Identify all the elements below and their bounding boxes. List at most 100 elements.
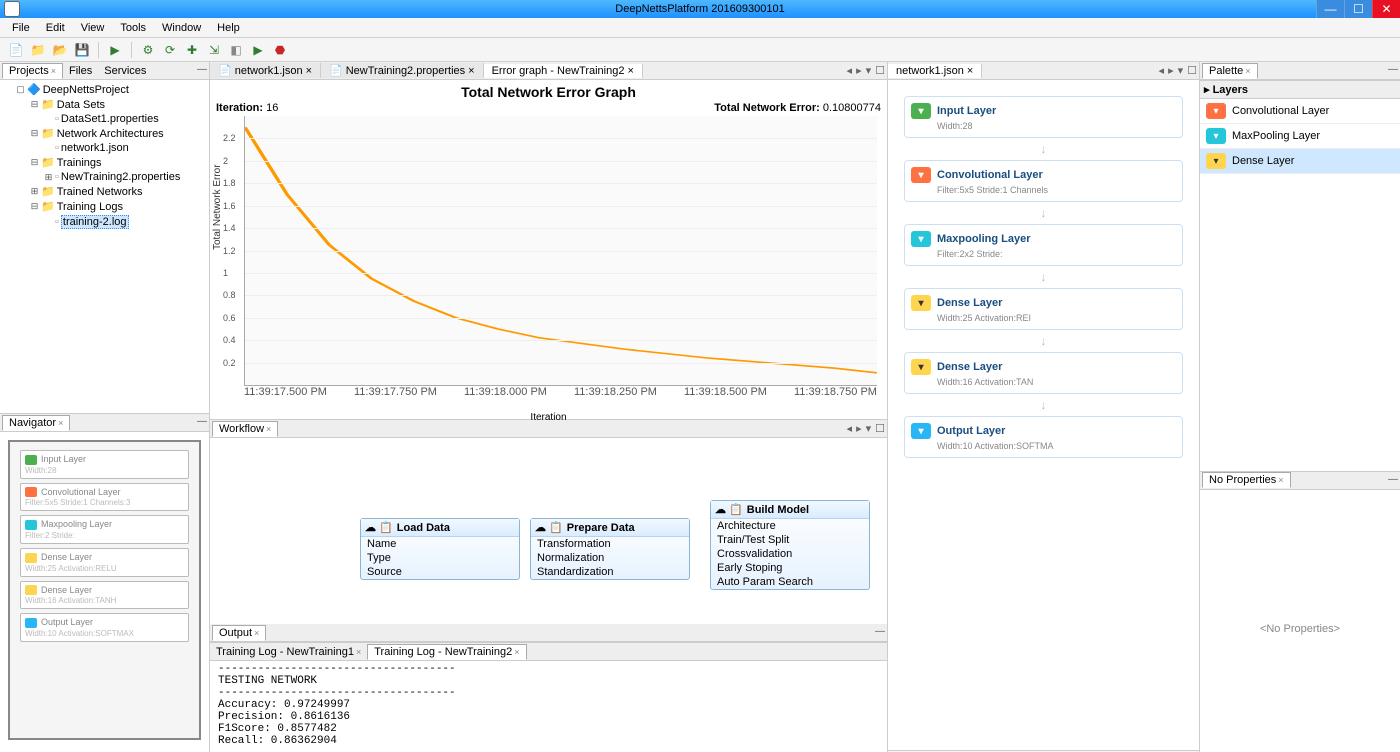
layer-card[interactable]: ▾Dense LayerWidth:25 Activation:REI <box>904 288 1183 330</box>
tab-services[interactable]: Services <box>98 64 152 78</box>
tab-next-icon[interactable]: ▸ <box>1168 64 1174 77</box>
close-button[interactable]: ✕ <box>1372 0 1400 18</box>
net-tab-network1[interactable]: network1.json × <box>888 64 982 78</box>
close-icon[interactable]: × <box>627 65 633 77</box>
close-icon[interactable]: × <box>468 65 474 77</box>
out-tab-1[interactable]: Training Log - NewTraining1 × <box>210 645 367 659</box>
stop-icon[interactable]: ⬣ <box>272 42 288 58</box>
close-icon[interactable]: × <box>51 66 56 76</box>
tab-projects[interactable]: Projects× <box>2 63 63 79</box>
wf-node-build[interactable]: ☁ 📋 Build Model Architecture Train/Test … <box>710 500 870 590</box>
minimize-panel-icon[interactable]: — <box>875 626 885 637</box>
tree-net1[interactable]: ▫ network1.json <box>44 141 207 155</box>
tab-list-icon[interactable]: ▾ <box>866 64 872 77</box>
arrow-down-icon: ↓ <box>894 398 1193 412</box>
action-1-icon[interactable]: ⚙ <box>140 42 156 58</box>
minimize-panel-icon[interactable]: — <box>1388 64 1398 75</box>
navigator-tabs: Navigator× — <box>0 414 209 432</box>
tab-max-icon[interactable]: ☐ <box>875 64 885 77</box>
y-axis-label: Total Network Error <box>212 164 223 250</box>
tab-list-icon[interactable]: ▾ <box>866 422 872 435</box>
close-icon[interactable]: × <box>1245 66 1250 76</box>
x-ticks: 11:39:17.500 PM11:39:17.750 PM11:39:18.0… <box>244 386 877 398</box>
tab-files[interactable]: Files <box>63 64 98 78</box>
new-project-icon[interactable]: 📁 <box>30 42 46 58</box>
tab-prev-icon[interactable]: ◂ <box>1159 64 1165 77</box>
palette-item[interactable]: ▾Convolutional Layer <box>1200 99 1400 124</box>
close-icon[interactable]: × <box>254 628 259 638</box>
menu-window[interactable]: Window <box>154 20 209 36</box>
close-icon[interactable]: × <box>58 418 63 428</box>
wf-node-load[interactable]: ☁ 📋 Load Data Name Type Source <box>360 518 520 580</box>
palette-section-layers[interactable]: ▸ Layers <box>1200 80 1400 99</box>
tab-navigator[interactable]: Navigator× <box>2 415 70 431</box>
palette-item[interactable]: ▾Dense Layer <box>1200 149 1400 174</box>
out-tab-2[interactable]: Training Log - NewTraining2 × <box>367 644 526 660</box>
network-diagram[interactable]: ▾Input LayerWidth:28 ↓ ▾Convolutional Laye… <box>888 80 1199 750</box>
run-icon[interactable]: ▶ <box>107 42 123 58</box>
new-file-icon[interactable]: 📄 <box>8 42 24 58</box>
tab-next-icon[interactable]: ▸ <box>856 64 862 77</box>
tab-max-icon[interactable]: ☐ <box>875 422 885 435</box>
nav-layer: Dense LayerWidth:16 Activation:TANH <box>20 581 189 610</box>
tab-next-icon[interactable]: ▸ <box>856 422 862 435</box>
tree-dataset1[interactable]: ▫ DataSet1.properties <box>44 112 207 126</box>
menu-tools[interactable]: Tools <box>112 20 154 36</box>
chart-plot[interactable]: 0.20.40.60.811.21.41.61.822.2 <box>244 116 877 386</box>
arrow-down-icon: ↓ <box>894 334 1193 348</box>
layer-chip-icon: ▾ <box>911 295 931 311</box>
tab-prev-icon[interactable]: ◂ <box>847 64 853 77</box>
menu-edit[interactable]: Edit <box>38 20 73 36</box>
layer-card[interactable]: ▾Input LayerWidth:28 <box>904 96 1183 138</box>
close-icon[interactable]: × <box>967 65 973 77</box>
tab-workflow[interactable]: Workflow× <box>212 421 278 437</box>
layer-card[interactable]: ▾Maxpooling LayerFilter:2x2 Stride: <box>904 224 1183 266</box>
navigator-thumbnail[interactable]: Input LayerWidth:28Convolutional LayerFi… <box>8 440 201 740</box>
output-text[interactable]: ------------------------------------ TES… <box>210 661 887 752</box>
open-icon[interactable]: 📂 <box>52 42 68 58</box>
save-all-icon[interactable]: 💾 <box>74 42 90 58</box>
wf-node-prepare[interactable]: ☁ 📋 Prepare Data Transformation Normaliz… <box>530 518 690 580</box>
tree-trained[interactable]: ⊞📁 Trained Networks <box>30 184 207 199</box>
layer-card[interactable]: ▾Dense LayerWidth:16 Activation:TAN <box>904 352 1183 394</box>
menu-file[interactable]: File <box>4 20 38 36</box>
close-icon[interactable]: × <box>1278 475 1283 485</box>
tab-no-properties[interactable]: No Properties× <box>1202 472 1291 488</box>
tree-root[interactable]: ▢🔷 DeepNettsProject <box>16 82 207 97</box>
action-4-icon[interactable]: ⇲ <box>206 42 222 58</box>
layer-chip-icon: ▾ <box>1206 103 1226 119</box>
project-tree[interactable]: ▢🔷 DeepNettsProject ⊟📁 Data Sets ▫ DataS… <box>0 80 209 414</box>
minimize-panel-icon[interactable]: — <box>1388 474 1398 485</box>
tab-max-icon[interactable]: ☐ <box>1187 64 1197 77</box>
palette-item[interactable]: ▾MaxPooling Layer <box>1200 124 1400 149</box>
play-icon[interactable]: ▶ <box>250 42 266 58</box>
editor-tab-network1[interactable]: 📄 network1.json × <box>210 63 321 78</box>
tab-prev-icon[interactable]: ◂ <box>847 422 853 435</box>
tree-log2[interactable]: ▫ training-2.log <box>44 214 207 230</box>
tab-output[interactable]: Output× <box>212 625 266 641</box>
editor-tab-errorgraph[interactable]: Error graph - NewTraining2 × <box>484 64 643 78</box>
menu-view[interactable]: View <box>73 20 113 36</box>
menu-help[interactable]: Help <box>209 20 248 36</box>
close-icon[interactable]: × <box>266 424 271 434</box>
tree-arch[interactable]: ⊟📁 Network Architectures <box>30 126 207 141</box>
tab-list-icon[interactable]: ▾ <box>1178 64 1184 77</box>
layer-chip-icon: ▾ <box>911 103 931 119</box>
minimize-panel-icon[interactable]: — <box>197 64 207 75</box>
action-5-icon[interactable]: ◧ <box>228 42 244 58</box>
close-icon[interactable]: × <box>306 65 312 77</box>
tab-palette[interactable]: Palette× <box>1202 63 1258 79</box>
action-2-icon[interactable]: ⟳ <box>162 42 178 58</box>
maximize-button[interactable]: ☐ <box>1344 0 1372 18</box>
tree-train2[interactable]: ⊞▫ NewTraining2.properties <box>44 170 207 184</box>
editor-tab-training2[interactable]: 📄 NewTraining2.properties × <box>321 63 484 78</box>
tree-trainings[interactable]: ⊟📁 Trainings <box>30 155 207 170</box>
layer-card[interactable]: ▾Output LayerWidth:10 Activation:SOFTMA <box>904 416 1183 458</box>
minimize-button[interactable]: — <box>1316 0 1344 18</box>
tree-datasets[interactable]: ⊟📁 Data Sets <box>30 97 207 112</box>
tree-logs[interactable]: ⊟📁 Training Logs <box>30 199 207 214</box>
layer-card[interactable]: ▾Convolutional LayerFilter:5x5 Stride:1 … <box>904 160 1183 202</box>
action-3-icon[interactable]: ✚ <box>184 42 200 58</box>
layer-chip-icon: ▾ <box>1206 153 1226 169</box>
minimize-panel-icon[interactable]: — <box>197 416 207 427</box>
